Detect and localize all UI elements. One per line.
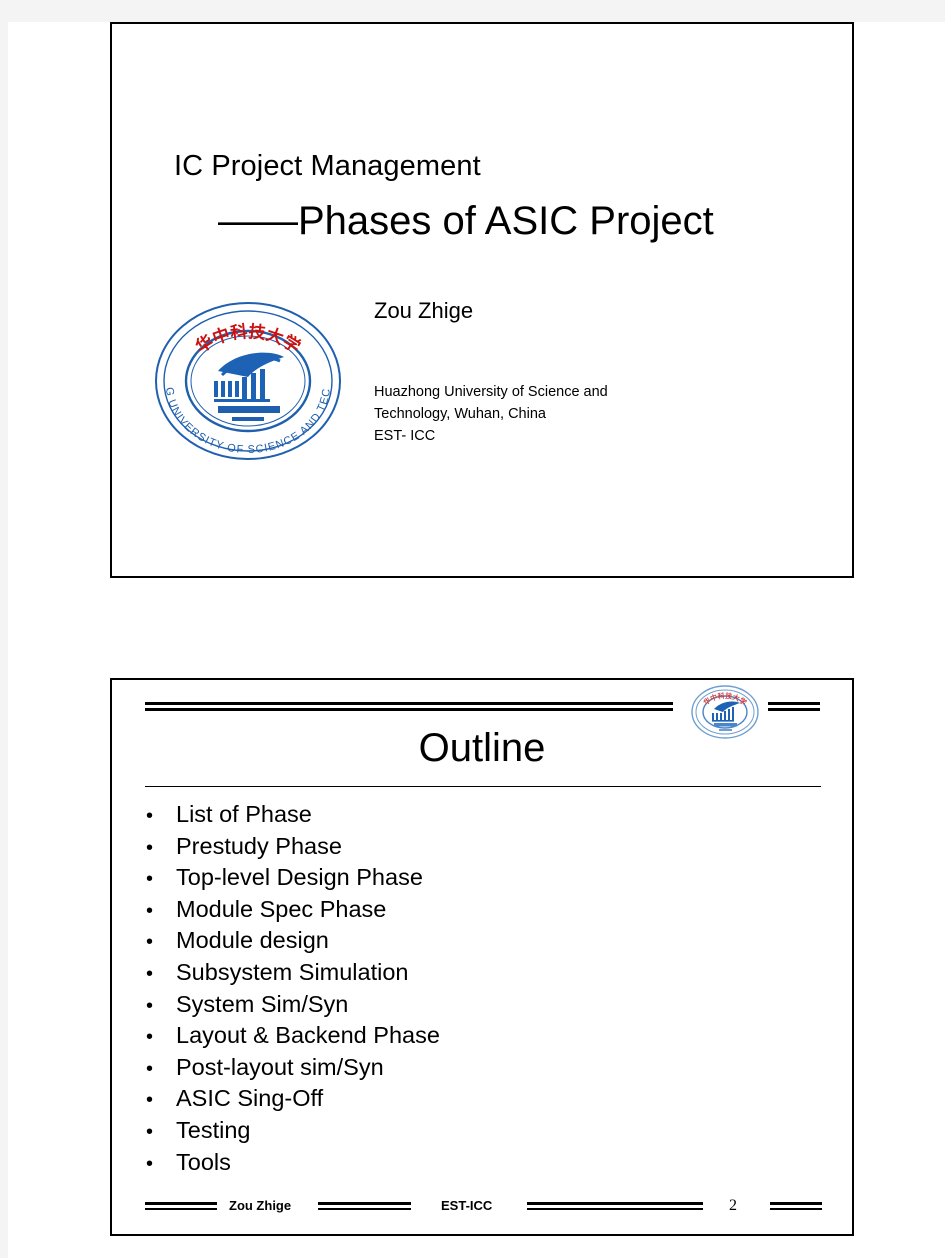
presentation-subtitle: ——Phases of ASIC Project [218, 199, 714, 243]
affiliation-line-1: Huazhong University of Science and [374, 384, 608, 400]
list-item-label: System Sim/Syn [176, 990, 349, 1017]
list-item: • Module Spec Phase [146, 895, 440, 927]
bullet-icon: • [146, 994, 154, 1017]
bullet-icon: • [146, 1152, 154, 1175]
outline-list: • List of Phase • Prestudy Phase • Top-leve… [146, 800, 440, 1179]
outline-slide: 华中科技大学 Outline • List of Phase • Prestudy … [110, 678, 854, 1236]
bullet-icon: • [146, 899, 154, 922]
title-slide: IC Project Management ——Phases of ASIC P… [110, 22, 854, 578]
bullet-icon: • [146, 868, 154, 891]
bullet-icon: • [146, 836, 154, 859]
footer-rule-4 [770, 1202, 822, 1210]
list-item-label: Testing [176, 1116, 251, 1143]
footer-rule-2 [318, 1202, 411, 1210]
presentation-title: IC Project Management [174, 150, 481, 182]
header-rule-left [145, 702, 673, 711]
affiliation-block: Huazhong University of Science and Techn… [374, 381, 608, 447]
list-item-label: Subsystem Simulation [176, 958, 409, 985]
list-item-label: Top-level Design Phase [176, 864, 423, 891]
affiliation-line-2: Technology, Wuhan, China [374, 406, 546, 422]
list-item: • Subsystem Simulation [146, 958, 440, 990]
list-item: • System Sim/Syn [146, 990, 440, 1022]
list-item: • Post-layout sim/Syn [146, 1053, 440, 1085]
list-item-label: ASIC Sing-Off [176, 1085, 324, 1112]
page-number: 2 [729, 1197, 737, 1214]
list-item: • Top-level Design Phase [146, 863, 440, 895]
hust-university-seal-icon: 华中科技大学 HUAZHONG UNIVERSITY OF SCIENCE AN… [147, 290, 344, 464]
list-item: • ASIC Sing-Off [146, 1084, 440, 1116]
list-item: • Layout & Backend Phase [146, 1021, 440, 1053]
bullet-icon: • [146, 962, 154, 985]
list-item: • List of Phase [146, 800, 440, 832]
list-item-label: Layout & Backend Phase [176, 1022, 440, 1049]
slide-heading: Outline [418, 726, 546, 770]
affiliation-line-3: EST- ICC [374, 428, 436, 444]
list-item-label: Tools [176, 1148, 231, 1175]
footer-rule-3 [527, 1202, 703, 1210]
bullet-icon: • [146, 1057, 154, 1080]
list-item: • Module design [146, 926, 440, 958]
bullet-icon: • [146, 1089, 154, 1112]
list-item-label: Module design [176, 927, 329, 954]
slide-footer: Zou Zhige EST-ICC 2 [112, 1197, 852, 1215]
list-item: • Tools [146, 1148, 440, 1180]
bullet-icon: • [146, 1120, 154, 1143]
header-rule-right [768, 702, 820, 711]
footer-rule-1 [145, 1202, 217, 1210]
list-item: • Prestudy Phase [146, 832, 440, 864]
list-item-label: Module Spec Phase [176, 895, 387, 922]
list-item-label: List of Phase [176, 801, 312, 827]
bullet-icon: • [146, 805, 154, 827]
list-item-label: Post-layout sim/Syn [176, 1053, 384, 1080]
author-name: Zou Zhige [374, 298, 474, 323]
bullet-icon: • [146, 1026, 154, 1049]
heading-divider [145, 786, 821, 787]
list-item: • Testing [146, 1116, 440, 1148]
bullet-icon: • [146, 931, 154, 954]
footer-organization: EST-ICC [441, 1198, 493, 1213]
footer-author: Zou Zhige [229, 1198, 292, 1213]
list-item-label: Prestudy Phase [176, 832, 342, 859]
